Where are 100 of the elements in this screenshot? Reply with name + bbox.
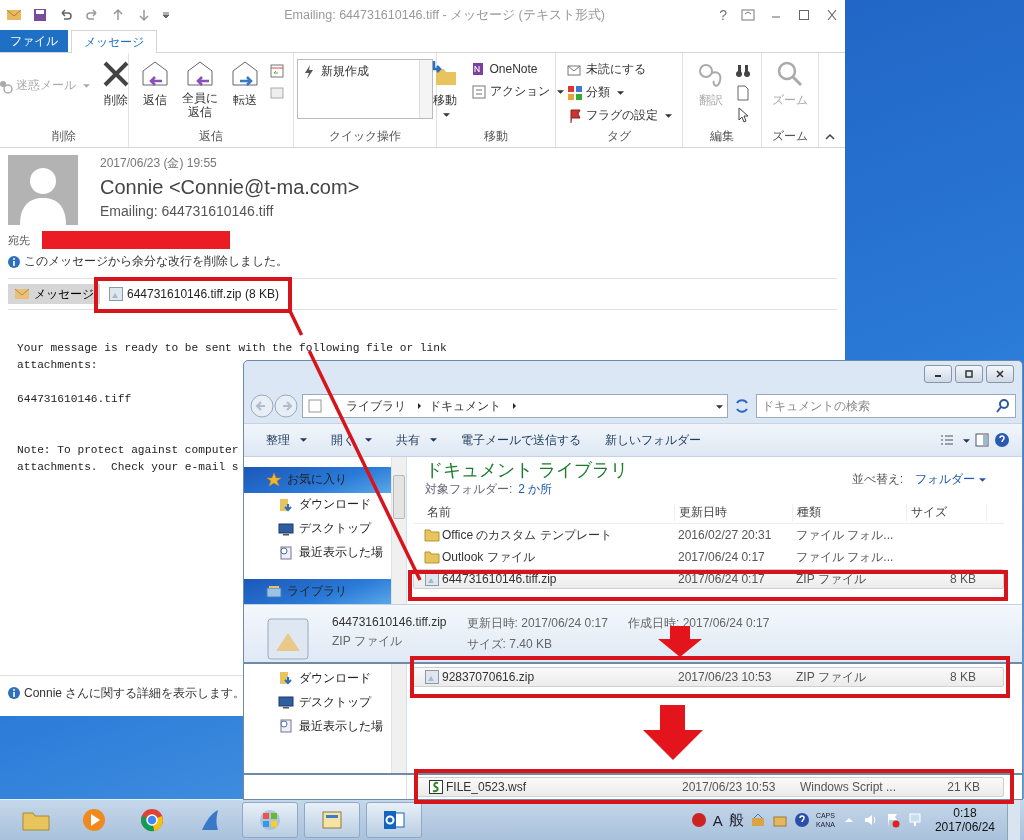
ribbon-tab[interactable]: メッセージ [71,30,157,53]
volume-icon[interactable] [862,812,879,828]
maximize-icon[interactable] [797,9,811,21]
document-icon[interactable] [735,85,751,101]
nav-item[interactable]: ダウンロード [244,666,391,690]
recent-places-icon [278,718,294,734]
ime-mode-indicator[interactable]: A [712,811,723,829]
dropdown-caret-icon [430,437,437,443]
search-field[interactable]: ドキュメントの検索 [756,394,1016,418]
preview-pane-icon[interactable] [974,432,990,448]
file-row[interactable]: Outlook ファイル 2017/06/24 0:17 ファイル フォル... [413,547,1004,567]
toolbar-button[interactable]: 新しいフォルダー [595,429,711,451]
toolbar-button[interactable]: 電子メールで送信する [451,429,591,451]
attachment-item[interactable]: 644731610146.tiff.zip (8 KB) [104,284,283,304]
dropdown-caret-icon [443,112,450,118]
file-name: Office のカスタム テンプレート [442,526,613,544]
maximize-button[interactable] [955,365,983,383]
dropdown-caret-icon [616,89,624,96]
details-size: サイズ: 7.40 KB [466,636,553,653]
minimize-button[interactable] [924,365,952,383]
help-button[interactable]: ? [719,7,727,23]
file-row[interactable]: 92837070616.zip 2017/06/23 10:53 ZIP ファイル 8 KB [413,667,1004,687]
message-tab[interactable]: メッセージ [8,284,100,304]
nav-item[interactable]: ダウンロード [244,492,391,517]
down-arrow-icon[interactable] [136,7,152,23]
file-type: ファイル フォル... [796,526,895,544]
column-header[interactable]: 名前 [423,503,675,521]
undo-icon[interactable] [58,7,74,23]
nav-item[interactable]: デスクトップ [244,516,391,541]
ime-kanji-indicator[interactable]: 般 [728,810,744,830]
arrange-dropdown[interactable]: フォルダー [909,469,992,489]
forward-envelope-icon [230,59,260,89]
categorize-button[interactable]: 分類 [564,82,674,103]
back-button[interactable] [250,394,274,418]
desktop-icon [278,694,294,710]
collapse-ribbon-icon[interactable] [825,133,835,141]
help-icon[interactable] [793,812,810,828]
toolbox-icon[interactable] [749,812,766,828]
follow-up-button[interactable]: フラグの設定 [564,105,674,126]
nav-item[interactable]: ライブラリ [244,578,391,604]
reply-all-button[interactable]: 全員に返信 [179,57,221,122]
mark-unread-button[interactable]: 未読にする [564,59,674,80]
shield-icon[interactable] [690,812,707,828]
includes-link[interactable]: 2 か所 [518,481,553,498]
file-row[interactable]: FILE_0523.wsf 2017/06/23 10:53 Windows Script ... 21 KB [417,777,1004,797]
annotation-arrow [643,705,703,760]
file-type: ZIP ファイル [796,668,867,686]
column-header[interactable]: サイズ [907,503,987,521]
file-tab[interactable]: ファイル [0,30,68,52]
column-header[interactable]: 更新日時 [675,503,793,521]
actions-button[interactable]: アクション [468,81,566,102]
breadcrumb-item[interactable]: ドキュメント [429,397,501,415]
file-row[interactable]: Office のカスタム テンプレート 2016/02/27 20:31 ファイル フォル... [413,525,1004,545]
onenote-button[interactable]: OneNote [468,59,566,79]
view-options-icon[interactable] [939,432,955,448]
nav-item[interactable]: 最近表示した場 [244,540,391,565]
meeting-reply-icon[interactable] [269,63,285,79]
delete-button[interactable]: 削除 [97,57,134,111]
pointer-icon[interactable] [735,107,751,123]
folder-window-taskbar-icon[interactable] [304,802,360,838]
address-bar[interactable]: ライブラリ ドキュメント [302,394,728,418]
gallery-scrollbar[interactable] [419,60,432,118]
desktop-icon [278,520,294,537]
ribbon-display-icon[interactable] [741,9,755,21]
network-icon[interactable] [906,812,923,828]
quick-step-item[interactable]: 新規作成 [301,63,416,80]
redo-icon[interactable] [84,7,100,23]
binoculars-icon[interactable] [735,63,751,79]
nav-item[interactable]: 最近表示した場 [244,714,391,738]
toolbar-button[interactable]: 共有 [386,429,447,451]
scrollbar[interactable] [391,457,406,604]
nav-item[interactable]: お気に入り [244,467,391,493]
scrollbar[interactable] [391,664,406,773]
customize-caret-icon[interactable] [162,11,170,19]
arrange-label: 並べ替え: [851,470,903,488]
to-label: 宛先 [8,232,30,248]
breadcrumb-item[interactable]: ライブラリ [346,397,406,415]
file-date: 2016/02/27 20:31 [678,528,773,542]
zip-file-icon [264,615,312,662]
help-icon[interactable] [994,432,1010,448]
save-icon[interactable] [32,7,48,23]
toolbar-button[interactable]: 整理 [256,429,317,451]
more-actions-icon[interactable] [269,85,285,101]
close-icon[interactable] [825,9,839,21]
forward-button[interactable] [274,394,298,418]
outlook-taskbar-icon[interactable] [366,802,422,838]
script-file-icon [428,779,444,795]
details-modified: 更新日時: 2017/06/24 0:17 [466,615,608,632]
forward-button[interactable]: 転送 [227,57,263,111]
nav-item[interactable]: デスクトップ [244,690,391,714]
reply-button[interactable]: 返信 [137,57,173,111]
clock[interactable]: 0:18 2017/06/24 [928,806,1001,834]
quick-steps-gallery[interactable]: 新規作成 [297,59,433,119]
file-type: Windows Script ... [800,780,898,794]
windows-taskbar-icon[interactable] [242,802,298,838]
column-header[interactable]: 種類 [793,503,907,521]
close-button[interactable] [986,365,1014,383]
show-desktop-button[interactable] [1007,800,1020,840]
includes-label: 対象フォルダー: [425,481,513,498]
file-name: 644731610146.tiff.zip [442,572,558,586]
